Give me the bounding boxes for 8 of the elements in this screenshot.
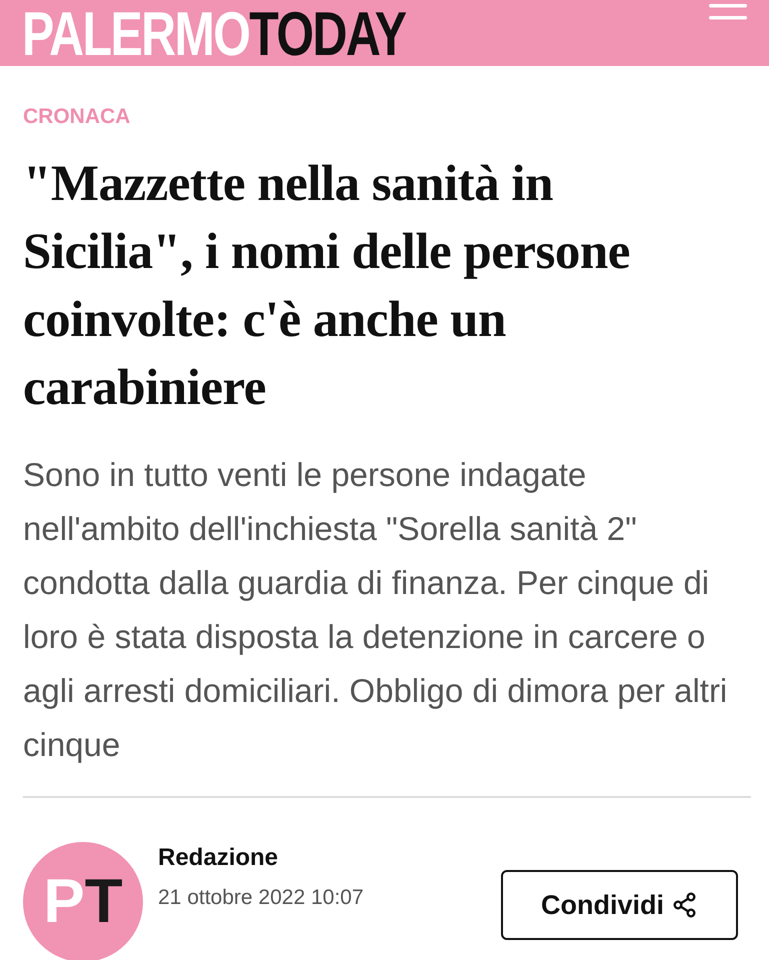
- author-name: Redazione: [158, 844, 280, 873]
- share-button[interactable]: Condividi: [501, 870, 738, 940]
- menu-icon[interactable]: [709, 4, 747, 22]
- article-title: "Mazzette nella sanità in Sicilia", i nomi delle persone coinvolte: c'è anche un carabiniere: [23, 155, 631, 418]
- share-icon: [672, 892, 698, 918]
- author-avatar: PT: [23, 842, 143, 960]
- article-summary: Sono in tutto venti le persone indagate nell'ambito dell'inchiesta "Sorella sanità 2" condotta dalla guardia di finanza. Per cinque di loro è stata disposta la detenzione in carcere o agli arresti domiciliari. Obbligo di dimora per altri cinque: [23, 455, 728, 765]
- publish-date: 21 ottobre 2022 10:07: [158, 884, 364, 910]
